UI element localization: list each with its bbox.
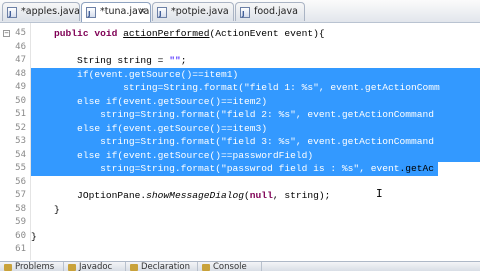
code-text: , event.getActionComm <box>318 82 440 93</box>
field-ref: item2 <box>232 95 262 107</box>
static-method: showMessageDialog <box>146 190 245 201</box>
line-number: 61 <box>15 244 26 254</box>
tab-food-java[interactable]: food.java <box>235 2 305 21</box>
code-text: , event.getActionCommand <box>295 109 435 120</box>
code-text: , event <box>359 163 400 174</box>
code-line-54: string=String.format("field 3: %s", even… <box>31 135 434 149</box>
code-line-49: if(event.getSource()==item1) <box>31 68 238 82</box>
code-text: } <box>31 203 60 215</box>
code-text: , event.getActionCommand <box>295 136 435 147</box>
java-file-icon <box>86 5 96 22</box>
string-literal: "field 1: %s" <box>244 82 319 93</box>
line-number: 48 <box>15 68 26 79</box>
field-ref: item3 <box>232 122 262 134</box>
close-icon[interactable]: ✕ <box>138 3 146 21</box>
code-text: string=String.format( <box>31 163 221 174</box>
field-ref: passwordField <box>232 149 308 161</box>
fold-toggle-icon[interactable]: − <box>3 30 10 37</box>
code-line-56: string=String.format("passwrod field is … <box>31 162 434 176</box>
code-text: String string = ""; <box>31 55 187 66</box>
code-text: ) <box>232 68 239 80</box>
code-text: ) <box>307 149 314 161</box>
tab-label: food.java <box>254 6 298 17</box>
line-number: 55 <box>15 163 26 173</box>
code-line-55: else if(event.getSource()==passwordField… <box>31 149 313 163</box>
code-line-45: public void actionPerformed(ActionEvent … <box>31 27 325 41</box>
java-file-icon <box>7 5 17 21</box>
code-text: string=String.format( <box>31 109 221 120</box>
code-text: else if(event.getSource()== <box>31 95 233 107</box>
tab-label: *apples.java <box>21 6 80 17</box>
code-line-52: string=String.format("field 2: %s", even… <box>31 108 434 122</box>
string-literal: "passwrod field is : %s" <box>221 163 360 174</box>
line-number: 59 <box>15 217 26 227</box>
code-text: (null, string); <box>244 190 331 201</box>
line-number: 52 <box>15 122 26 133</box>
tab-apples-java[interactable]: *apples.java <box>2 2 80 21</box>
java-file-icon <box>157 5 167 21</box>
code-text: if(event.getSource()== <box>31 68 204 80</box>
tab-tuna-java[interactable]: *tuna.java ✕ <box>81 2 151 22</box>
code-text: ) <box>261 95 268 107</box>
tab-potpie-java[interactable]: *potpie.java <box>152 2 234 21</box>
tab-label: *potpie.java <box>171 6 229 17</box>
text-cursor-icon: I <box>376 187 383 200</box>
code-line-51: else if(event.getSource()==item2) <box>31 95 267 109</box>
code-text: JOptionPane. <box>31 190 147 201</box>
line-number: 49 <box>15 82 26 92</box>
code-line-50: string=String.format("field 1: %s", even… <box>31 81 440 95</box>
field-ref: item1 <box>203 68 233 80</box>
code-line-61: } <box>31 230 37 244</box>
line-number: 53 <box>15 136 26 146</box>
line-number: 51 <box>15 109 26 119</box>
line-number: 54 <box>15 149 26 160</box>
line-number: 58 <box>15 203 26 214</box>
line-number: 56 <box>15 176 26 187</box>
code-text: else if(event.getSource()== <box>31 149 233 161</box>
code-line-53: else if(event.getSource()==item3) <box>31 122 267 136</box>
line-number: 46 <box>15 41 26 52</box>
code-text: .getAc <box>399 163 435 174</box>
line-number: 57 <box>15 190 26 200</box>
string-literal: "field 3: %s" <box>221 136 296 147</box>
code-text: string=String.format( <box>31 136 221 147</box>
string-literal: "field 2: %s" <box>221 109 296 120</box>
line-number: 50 <box>15 95 26 106</box>
java-file-icon <box>240 5 250 21</box>
code-line-58: JOptionPane.showMessageDialog(null, stri… <box>31 189 330 203</box>
method-signature: public void actionPerformed(ActionEvent … <box>54 28 325 39</box>
code-editor[interactable]: 45 46 47 48 49 50 51 52 53 54 55 56 57 5… <box>0 23 480 260</box>
line-number: 60 <box>15 230 26 241</box>
code-line-47: String string = ""; <box>31 54 186 68</box>
line-number-gutter: 45 46 47 48 49 50 51 52 53 54 55 56 57 5… <box>0 23 31 260</box>
code-text: else if(event.getSource()== <box>31 122 233 134</box>
code-line-59: } <box>31 203 60 217</box>
code-text: ) <box>261 122 268 134</box>
line-number: 47 <box>15 55 26 65</box>
editor-tab-bar: *apples.java *tuna.java ✕ *potpie.java f… <box>0 0 480 23</box>
code-text: string=String.format( <box>31 82 245 93</box>
code-text: } <box>31 230 37 242</box>
